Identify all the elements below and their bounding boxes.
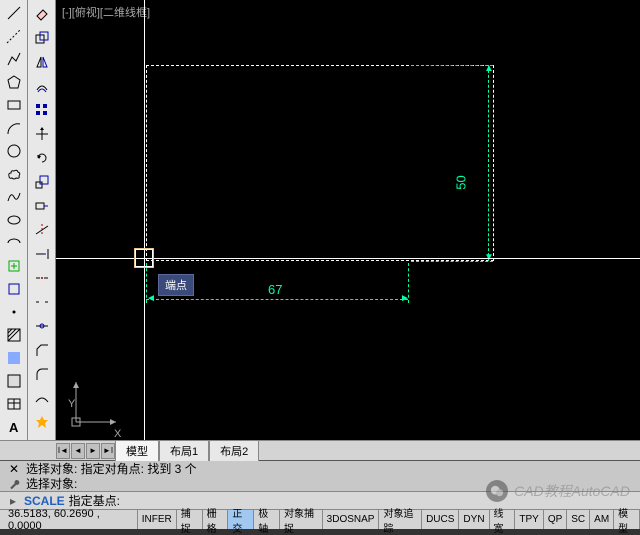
status-btn-13[interactable]: SC (567, 510, 590, 529)
move-tool[interactable] (30, 123, 54, 145)
text-tool[interactable]: A (2, 416, 26, 437)
ellipse-tool[interactable] (2, 210, 26, 231)
tab-first-button[interactable]: I◄ (56, 443, 70, 459)
chevron-right-icon: ▸ (6, 494, 20, 508)
svg-text:A: A (9, 420, 19, 435)
ucs-x-label: X (114, 428, 121, 440)
polygon-tool[interactable] (2, 72, 26, 93)
wrench-icon[interactable] (6, 477, 22, 491)
arc-tool[interactable] (2, 118, 26, 139)
command-prompt-text: 指定基点: (69, 492, 120, 509)
osnap-tooltip: 端点 (158, 274, 194, 296)
make-block-tool[interactable] (2, 278, 26, 299)
erase-tool[interactable] (30, 3, 54, 25)
mirror-tool[interactable] (30, 51, 54, 73)
ellipse-arc-tool[interactable] (2, 233, 26, 254)
rectangle-tool[interactable] (2, 95, 26, 116)
spline-tool[interactable] (2, 187, 26, 208)
close-cmd-icon[interactable]: ✕ (6, 462, 22, 476)
status-btn-10[interactable]: 线宽 (490, 510, 516, 529)
fillet-tool[interactable] (30, 363, 54, 385)
layout1-tab[interactable]: 布局1 (159, 440, 209, 461)
revision-cloud-tool[interactable] (2, 164, 26, 185)
copy-tool[interactable] (30, 27, 54, 49)
dimension-line-horizontal (146, 299, 408, 300)
join-tool[interactable] (30, 315, 54, 337)
blend-tool[interactable] (30, 387, 54, 409)
status-bar: 36.5183, 60.2690 , 0.0000 INFER捕捉栅格正交极轴对… (0, 509, 640, 529)
wechat-icon (486, 480, 508, 502)
status-btn-9[interactable]: DYN (459, 510, 489, 529)
tab-prev-button[interactable]: ◄ (71, 443, 85, 459)
ucs-y-label: Y (68, 398, 75, 410)
pickbox (135, 249, 153, 267)
status-btn-1[interactable]: 捕捉 (177, 510, 203, 529)
region-tool[interactable] (2, 370, 26, 391)
coordinates-display[interactable]: 36.5183, 60.2690 , 0.0000 (0, 510, 138, 529)
status-btn-11[interactable]: TPY (515, 510, 543, 529)
dimension-arrow-l: ◄ (146, 293, 156, 304)
dimension-arrow-r: ► (400, 293, 410, 304)
gradient-tool[interactable] (2, 347, 26, 368)
offset-tool[interactable] (30, 75, 54, 97)
draw-toolbar: A (0, 0, 28, 440)
extend-tool[interactable] (30, 243, 54, 265)
trim-tool[interactable] (30, 219, 54, 241)
modify-toolbar (28, 0, 56, 440)
status-btn-2[interactable]: 栅格 (203, 510, 229, 529)
dimension-line-vertical (488, 65, 489, 261)
dimension-height-text: 50 (454, 175, 469, 189)
drawing-canvas[interactable]: [-][俯视][二维线框] 67 ◄ ► 50 ▲ ▼ 端点 Y X (56, 0, 640, 440)
command-history-line-1: ✕ 选择对象: 指定对角点: 找到 3 个 (0, 461, 640, 476)
explode-tool[interactable] (30, 411, 54, 433)
dimension-arrow-u: ▲ (484, 63, 494, 74)
status-btn-3[interactable]: 正交 (228, 510, 254, 529)
polyline-tool[interactable] (2, 49, 26, 70)
status-btn-0[interactable]: INFER (138, 510, 177, 529)
break-at-point-tool[interactable] (30, 267, 54, 289)
layout-tabs-row: I◄ ◄ ► ►I 模型 布局1 布局2 (0, 440, 640, 460)
construction-line-tool[interactable] (2, 26, 26, 47)
status-btn-4[interactable]: 极轴 (254, 510, 280, 529)
status-btn-12[interactable]: QP (544, 510, 567, 529)
crosshair-vertical (144, 0, 145, 440)
status-btn-5[interactable]: 对象捕捉 (280, 510, 323, 529)
status-btn-14[interactable]: AM (590, 510, 614, 529)
layout2-tab[interactable]: 布局2 (209, 440, 259, 461)
viewport-label[interactable]: [-][俯视][二维线框] (62, 4, 150, 20)
watermark: CAD教程AutoCAD (486, 480, 630, 502)
line-tool[interactable] (2, 3, 26, 24)
insert-block-tool[interactable] (2, 255, 26, 276)
selection-rectangle (146, 65, 494, 261)
tab-next-button[interactable]: ► (86, 443, 100, 459)
stretch-tool[interactable] (30, 195, 54, 217)
tab-last-button[interactable]: ►I (101, 443, 115, 459)
break-tool[interactable] (30, 291, 54, 313)
circle-tool[interactable] (2, 141, 26, 162)
hatch-tool[interactable] (2, 324, 26, 345)
model-tab[interactable]: 模型 (115, 440, 159, 461)
status-btn-8[interactable]: DUCS (422, 510, 459, 529)
status-btn-15[interactable]: 模型 (614, 510, 640, 529)
table-tool[interactable] (2, 393, 26, 414)
point-tool[interactable] (2, 301, 26, 322)
dimension-ext-bot (411, 261, 493, 262)
rotate-tool[interactable] (30, 147, 54, 169)
status-btn-7[interactable]: 对象追踪 (379, 510, 422, 529)
chamfer-tool[interactable] (30, 339, 54, 361)
status-btn-6[interactable]: 3DOSNAP (323, 510, 380, 529)
scale-tool[interactable] (30, 171, 54, 193)
array-tool[interactable] (30, 99, 54, 121)
dimension-width-text: 67 (268, 282, 282, 297)
dimension-ext-top (411, 65, 493, 66)
command-name: SCALE (20, 494, 69, 508)
